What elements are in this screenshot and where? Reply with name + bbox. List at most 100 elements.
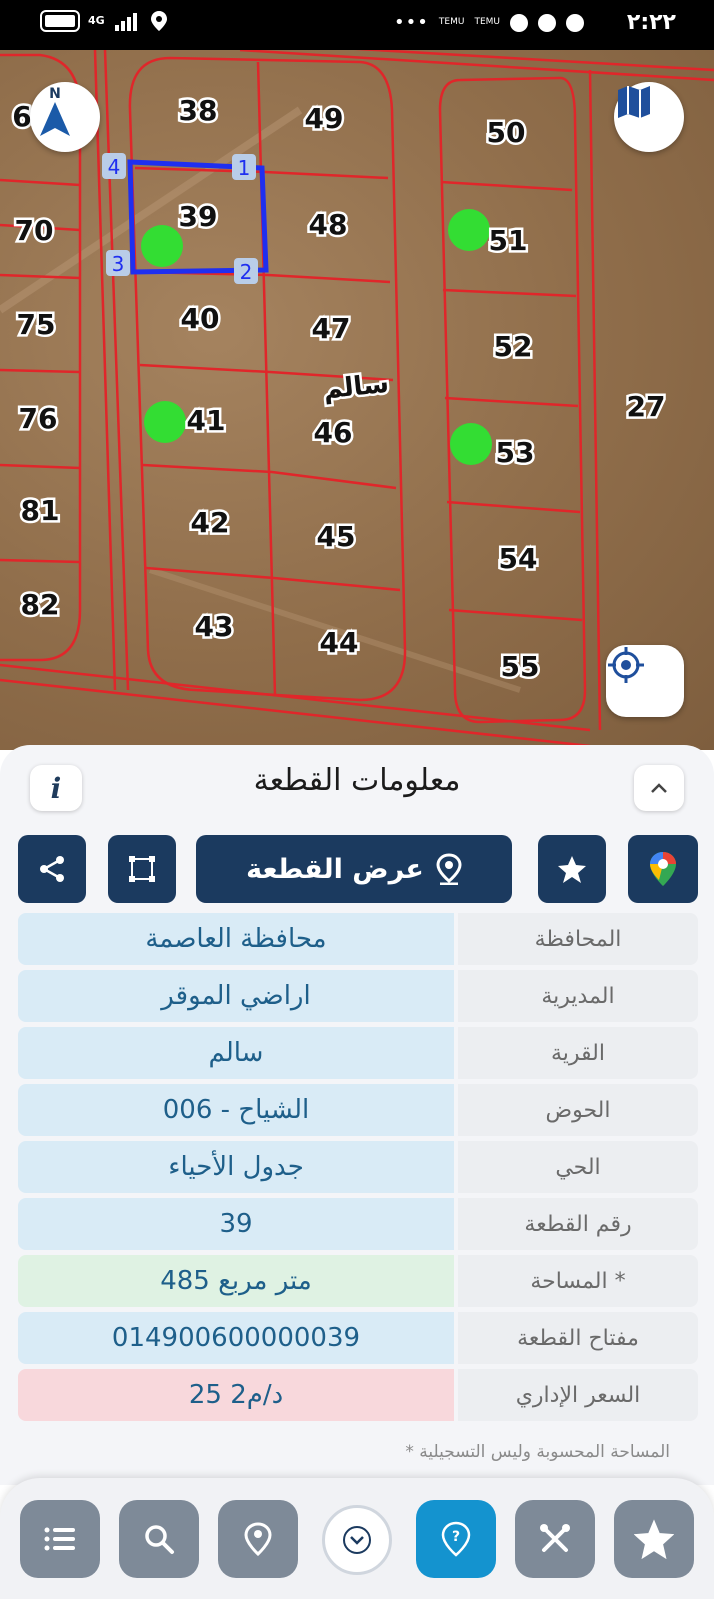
chevron-down-icon xyxy=(343,1526,371,1554)
table-row: 485 متر مربع المساحة * xyxy=(18,1255,698,1307)
row-label: الحي xyxy=(458,1141,698,1193)
search-icon xyxy=(145,1525,174,1554)
row-value: الشياح - 006 xyxy=(18,1084,454,1136)
parcel-number-label[interactable]: 51 xyxy=(486,222,530,260)
map-icon xyxy=(618,86,650,118)
star-outline-icon xyxy=(634,1519,674,1559)
location-pin-icon xyxy=(436,853,462,885)
status-bar: 4G ••• TEMU TEMU ٢:٢٢ xyxy=(0,0,714,50)
parcel-number-label[interactable]: 40 xyxy=(178,300,222,338)
google-maps-icon xyxy=(650,852,676,886)
show-parcel-button[interactable]: عرض القطعة xyxy=(196,835,512,903)
draw-polygon-button[interactable] xyxy=(108,835,176,903)
parcel-number-label[interactable]: 53 xyxy=(493,434,537,472)
nav-place-button[interactable] xyxy=(218,1500,298,1578)
nav-search-button[interactable] xyxy=(119,1500,199,1578)
parcel-number-label[interactable]: 82 xyxy=(18,586,62,624)
status-left: 4G xyxy=(40,10,167,32)
location-status-icon xyxy=(150,11,167,31)
whatsapp-icon xyxy=(510,13,528,32)
collapse-button[interactable] xyxy=(634,765,684,811)
row-label: القرية xyxy=(458,1027,698,1079)
star-icon xyxy=(558,856,586,883)
table-row: 014900600000039 مفتاح القطعة xyxy=(18,1312,698,1364)
vertex-label: 1 xyxy=(238,156,251,180)
row-value: محافظة العاصمة xyxy=(18,913,454,965)
parcel-info-table: محافظة العاصمة المحافظة اراضي الموقر الم… xyxy=(18,913,698,1426)
parcel-number-label[interactable]: 48 xyxy=(306,206,350,244)
battery-icon xyxy=(40,10,80,32)
parcel-number-label[interactable]: 41 xyxy=(184,402,228,440)
crosshair-icon xyxy=(608,647,644,683)
share-button[interactable] xyxy=(18,835,86,903)
map-layers-button[interactable] xyxy=(614,82,684,152)
parcel-number-label[interactable]: 49 xyxy=(302,100,346,138)
parcel-number-label[interactable]: 54 xyxy=(496,540,540,578)
row-label: مفتاح القطعة xyxy=(458,1312,698,1364)
svg-text:?: ? xyxy=(452,1529,460,1545)
messenger-icon xyxy=(566,13,584,32)
tools-icon xyxy=(540,1524,570,1552)
favorite-button[interactable] xyxy=(538,835,606,903)
vertex-label: 4 xyxy=(108,155,121,179)
parcel-number-label[interactable]: 44 xyxy=(317,624,361,662)
signal-icon xyxy=(114,13,137,31)
vertex-label: 2 xyxy=(240,260,253,284)
row-label: رقم القطعة xyxy=(458,1198,698,1250)
temu-notification-icon: TEMU xyxy=(438,17,465,27)
clock: ٢:٢٢ xyxy=(626,10,676,35)
list-icon xyxy=(44,1527,75,1551)
parcel-number-label[interactable]: 75 xyxy=(14,306,58,344)
marker-dot xyxy=(448,209,490,251)
row-value: 485 متر مربع xyxy=(18,1255,454,1307)
street-label: سالم xyxy=(322,369,390,406)
parcel-number-label[interactable]: 76 xyxy=(16,400,60,438)
nav-tools-button[interactable] xyxy=(515,1500,595,1578)
parcel-number-label[interactable]: 38 xyxy=(176,92,220,130)
parcel-number-label[interactable]: 43 xyxy=(192,608,236,646)
row-label: المحافظة xyxy=(458,913,698,965)
nav-expand-button[interactable] xyxy=(322,1505,392,1575)
nav-favorites-button[interactable] xyxy=(614,1500,694,1578)
info-icon: i xyxy=(50,771,62,805)
row-value: جدول الأحياء xyxy=(18,1141,454,1193)
nav-list-button[interactable] xyxy=(20,1500,100,1578)
my-location-button[interactable] xyxy=(606,645,684,717)
marker-dot xyxy=(141,225,183,267)
parcel-info-sheet: i معلومات القطعة عرض القطعة محافظة العاص… xyxy=(0,745,714,1485)
info-button[interactable]: i xyxy=(30,765,82,811)
chat-icon xyxy=(538,13,556,32)
parcel-number-label[interactable]: 46 xyxy=(311,414,355,452)
marker-dot xyxy=(450,423,492,465)
sheet-title: معلومات القطعة xyxy=(253,763,461,798)
ellipsis-icon: ••• xyxy=(394,12,429,33)
show-parcel-label: عرض القطعة xyxy=(246,853,424,885)
place-marker-icon xyxy=(244,1522,272,1556)
row-value: 39 xyxy=(18,1198,454,1250)
table-row: سالم القرية xyxy=(18,1027,698,1079)
row-value: 014900600000039 xyxy=(18,1312,454,1364)
compass-button[interactable]: N xyxy=(30,82,100,152)
action-row: عرض القطعة xyxy=(18,835,698,903)
parcel-number-label[interactable]: 42 xyxy=(188,504,232,542)
parcel-number-label[interactable]: 39 xyxy=(176,198,220,236)
parcel-number-label[interactable]: 55 xyxy=(498,648,542,686)
google-maps-button[interactable] xyxy=(628,835,698,903)
parcel-number-label[interactable]: 52 xyxy=(491,328,535,366)
parcel-number-label[interactable]: 27 xyxy=(624,388,668,426)
table-row: 25 د/م2 السعر الإداري xyxy=(18,1369,698,1421)
network-label: 4G xyxy=(88,14,105,27)
area-footnote: * المساحة المحسوبة وليس التسجيلية xyxy=(405,1442,670,1462)
north-label: N xyxy=(49,86,61,102)
parcel-number-label[interactable]: 70 xyxy=(12,212,56,250)
row-value: 25 د/م2 xyxy=(18,1369,454,1421)
map-view[interactable]: 4 1 3 2 6 38 49 50 70 39 48 51 75 40 47 52 76 41 46 53 2… xyxy=(0,50,714,750)
nav-parcel-info-button[interactable]: ? xyxy=(416,1500,496,1578)
table-row: 39 رقم القطعة xyxy=(18,1198,698,1250)
parcel-number-label[interactable]: 45 xyxy=(314,518,358,556)
parcel-number-label[interactable]: 50 xyxy=(484,114,528,152)
parcel-number-label[interactable]: 6 xyxy=(10,98,34,136)
parcel-number-label[interactable]: 81 xyxy=(18,492,62,530)
parcel-number-label[interactable]: 47 xyxy=(309,310,353,348)
row-label: السعر الإداري xyxy=(458,1369,698,1421)
